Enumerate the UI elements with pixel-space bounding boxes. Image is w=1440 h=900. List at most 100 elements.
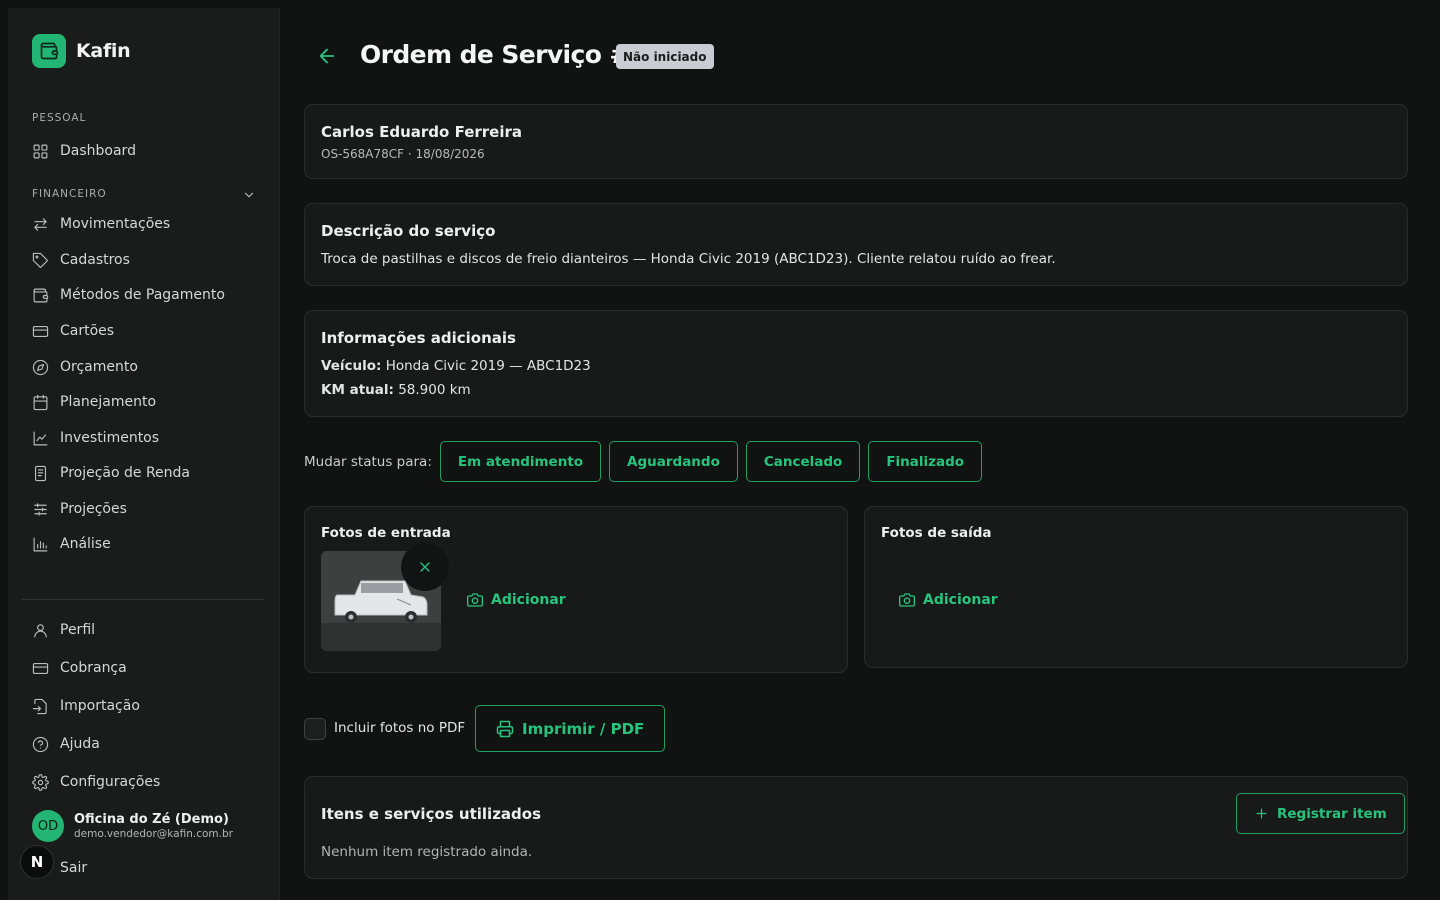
import-icon xyxy=(32,698,47,714)
order-meta: OS-568A78CF · 18/08/2026 xyxy=(321,147,485,161)
sidebar-item-configuracoes[interactable]: Configurações xyxy=(32,770,160,794)
add-entry-photo-button[interactable]: Adicionar xyxy=(467,592,566,608)
sidebar-item-label: Movimentações xyxy=(60,216,171,232)
remove-photo-button[interactable] xyxy=(401,543,449,591)
sidebar-item-label: Cadastros xyxy=(60,252,130,268)
bar-chart-icon xyxy=(33,537,48,551)
vehicle-row: Veículo: Honda Civic 2019 — ABC1D23 xyxy=(321,358,591,374)
status-em-atendimento-button[interactable]: Em atendimento xyxy=(439,441,602,482)
sidebar-item-label: Dashboard xyxy=(60,143,136,159)
sidebar-item-label: Análise xyxy=(60,536,111,552)
sidebar-item-movimentacoes[interactable]: Movimentações xyxy=(32,212,170,236)
status-cancelado-button[interactable]: Cancelado xyxy=(745,441,861,482)
camera-icon xyxy=(899,593,915,607)
sidebar-item-orcamento[interactable]: Orçamento xyxy=(32,355,138,379)
sidebar-item-planejamento[interactable]: Planejamento xyxy=(32,390,156,414)
close-icon xyxy=(420,562,430,572)
description-text: Troca de pastilhas e discos de freio dia… xyxy=(321,251,1056,267)
sidebar-item-label: Projeção de Renda xyxy=(60,465,191,481)
credit-card-icon xyxy=(32,662,49,674)
client-name: Carlos Eduardo Ferreira xyxy=(321,123,523,141)
vehicle-value: Honda Civic 2019 — ABC1D23 xyxy=(385,358,591,374)
sidebar-item-label: Ajuda xyxy=(60,736,100,752)
exit-photos-title: Fotos de saída xyxy=(881,525,992,541)
sidebar-item-label: Orçamento xyxy=(60,359,138,375)
client-card: Carlos Eduardo Ferreira OS-568A78CF · 18… xyxy=(304,104,1408,179)
sidebar-item-analise[interactable]: Análise xyxy=(32,532,111,556)
user-info: Oficina do Zé (Demo) demo.vendedor@kafin… xyxy=(74,812,233,840)
credit-card-icon xyxy=(32,325,49,337)
sidebar-item-label: Planejamento xyxy=(60,394,157,410)
sidebar: Kafin PESSOAL Dashboard FINANCEIRO Movim… xyxy=(8,8,280,900)
items-title: Itens e serviços utilizados xyxy=(321,805,542,823)
include-photos-checkbox[interactable] xyxy=(304,718,326,740)
section-label-financeiro: FINANCEIRO xyxy=(32,188,107,200)
km-value: 58.900 km xyxy=(398,382,471,398)
status-finalizado-button[interactable]: Finalizado xyxy=(868,441,983,482)
dev-tools-badge[interactable]: N xyxy=(20,845,54,879)
sidebar-item-dashboard[interactable]: Dashboard xyxy=(32,139,136,163)
sidebar-item-metodos-pagamento[interactable]: Métodos de Pagamento xyxy=(32,283,225,307)
sidebar-item-label: Importação xyxy=(60,698,140,714)
camera-icon xyxy=(467,593,483,607)
user-account[interactable]: OD Oficina do Zé (Demo) demo.vendedor@ka… xyxy=(32,810,233,842)
user-email: demo.vendedor@kafin.com.br xyxy=(74,828,233,840)
grid-icon xyxy=(33,144,48,158)
sidebar-item-cadastros[interactable]: Cadastros xyxy=(32,248,130,272)
tag-icon xyxy=(32,252,48,268)
page-title: Ordem de Serviço #3 xyxy=(360,40,647,69)
status-aguardando-button[interactable]: Aguardando xyxy=(609,441,738,482)
receipt-icon xyxy=(34,465,47,481)
back-arrow-icon[interactable] xyxy=(316,45,338,67)
entry-photos-card: Fotos de entrada Adicionar xyxy=(304,506,848,673)
print-pdf-label: Imprimir / PDF xyxy=(522,719,645,738)
gear-icon xyxy=(32,773,49,791)
description-card: Descrição do serviço Troca de pastilhas … xyxy=(304,203,1408,286)
brand-name: Kafin xyxy=(76,40,131,62)
sidebar-item-projecoes[interactable]: Projeções xyxy=(32,497,127,521)
status-change-label: Mudar status para: xyxy=(304,453,432,470)
register-item-label: Registrar item xyxy=(1277,805,1387,822)
sidebar-item-label: Investimentos xyxy=(60,430,160,446)
sidebar-item-investimentos[interactable]: Investimentos xyxy=(32,426,159,450)
add-exit-photo-button[interactable]: Adicionar xyxy=(899,592,998,608)
sidebar-item-label: Cartões xyxy=(60,323,115,339)
avatar: OD xyxy=(32,810,64,842)
sliders-icon xyxy=(34,502,47,516)
sidebar-item-perfil[interactable]: Perfil xyxy=(32,618,95,642)
print-pdf-button[interactable]: Imprimir / PDF xyxy=(475,705,666,752)
wallet-logo-icon xyxy=(32,34,66,68)
sidebar-item-label: Perfil xyxy=(60,622,96,638)
user-name: Oficina do Zé (Demo) xyxy=(74,812,229,827)
plus-icon xyxy=(1256,808,1267,819)
compass-icon xyxy=(32,359,49,375)
sidebar-item-ajuda[interactable]: Ajuda xyxy=(32,732,100,756)
add-photo-label: Adicionar xyxy=(923,592,998,608)
sidebar-item-cobranca[interactable]: Cobrança xyxy=(32,656,127,680)
trend-icon xyxy=(33,431,48,445)
km-label: KM atual: xyxy=(321,382,394,398)
status-badge: Não iniciado xyxy=(616,44,714,69)
exit-photos-card: Fotos de saída Adicionar xyxy=(864,506,1408,668)
include-photos-label: Incluir fotos no PDF xyxy=(334,720,466,736)
sidebar-item-label: Métodos de Pagamento xyxy=(60,287,225,303)
printer-icon xyxy=(496,720,514,737)
chevron-down-icon[interactable] xyxy=(242,188,256,202)
register-item-button[interactable]: Registrar item xyxy=(1236,793,1405,834)
items-card: Itens e serviços utilizados Nenhum item … xyxy=(304,776,1408,879)
help-icon xyxy=(32,736,49,752)
sidebar-item-label: Configurações xyxy=(60,774,161,790)
arrows-swap-icon xyxy=(34,217,47,231)
logout-button[interactable]: Sair xyxy=(60,860,87,876)
additional-info-card: Informações adicionais Veículo: Honda Ci… xyxy=(304,310,1408,417)
status-change-row: Mudar status para: Em atendimento Aguard… xyxy=(304,441,983,482)
sidebar-item-importacao[interactable]: Importação xyxy=(32,694,140,718)
sidebar-item-projecao-renda[interactable]: Projeção de Renda xyxy=(32,461,190,485)
sidebar-item-label: Projeções xyxy=(60,501,127,517)
description-title: Descrição do serviço xyxy=(321,222,496,240)
brand[interactable]: Kafin xyxy=(32,34,131,68)
sidebar-item-label: Cobrança xyxy=(60,660,127,676)
entry-photos-title: Fotos de entrada xyxy=(321,525,451,541)
wallet-icon xyxy=(33,288,49,302)
sidebar-item-cartoes[interactable]: Cartões xyxy=(32,319,114,343)
